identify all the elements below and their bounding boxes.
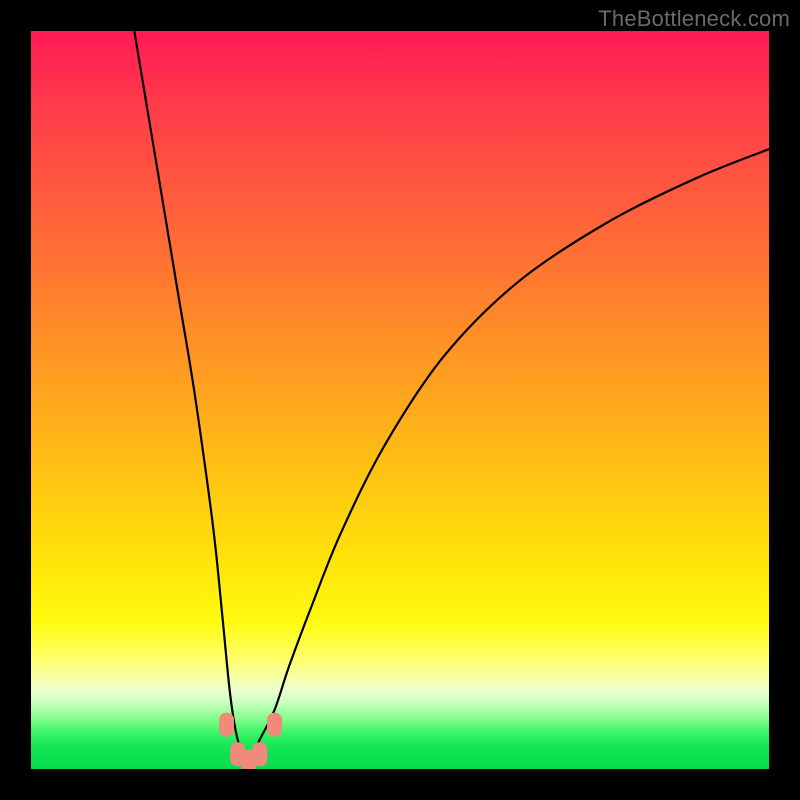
trough-markers (219, 713, 282, 769)
chart-frame: TheBottleneck.com (0, 0, 800, 800)
trough-marker (252, 742, 267, 766)
plot-area (31, 31, 769, 769)
curve-path (134, 31, 769, 756)
trough-marker (267, 713, 282, 737)
curve-layer (31, 31, 769, 769)
watermark-text: TheBottleneck.com (598, 6, 790, 32)
bottleneck-curve (134, 31, 769, 756)
trough-marker (219, 713, 234, 737)
